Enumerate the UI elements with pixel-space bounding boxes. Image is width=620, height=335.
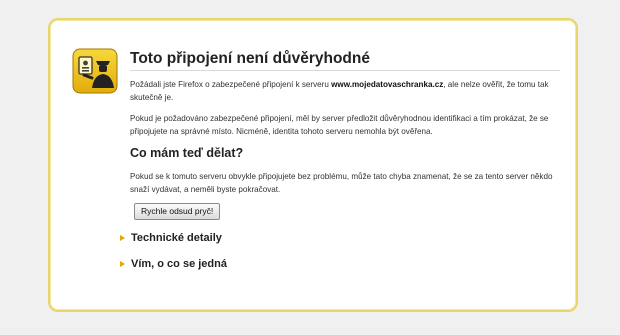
i-understand-risks-expander[interactable]: Vím, o co se jedná [120,258,227,270]
explanation-text: Pokud je požadováno zabezpečené připojen… [130,114,549,136]
policeman-id-check-icon [72,48,118,94]
expand-arrow-icon [120,235,125,241]
advice-text: Pokud se k tomuto serveru obvykle připoj… [130,172,553,194]
i-understand-risks-label: Vím, o co se jedná [131,258,227,270]
technical-details-expander[interactable]: Technické detaily [120,232,222,244]
what-to-do-heading: Co mám teď dělat? [130,146,244,160]
error-card: Toto připojení není důvěryhodné Požádali… [48,18,578,312]
server-name: www.mojedatovaschranka.cz [331,80,444,89]
technical-details-label: Technické detaily [131,232,222,244]
intro-text: Požádali jste Firefox o zabezpečené přip… [130,78,562,104]
title-divider [130,70,560,71]
intro-prefix: Požádali jste Firefox o zabezpečené přip… [130,80,332,89]
expand-arrow-icon [120,261,125,267]
get-me-out-button[interactable]: Rychle odsud pryč! [134,203,221,220]
page-title: Toto připojení není důvěryhodné [130,50,370,67]
